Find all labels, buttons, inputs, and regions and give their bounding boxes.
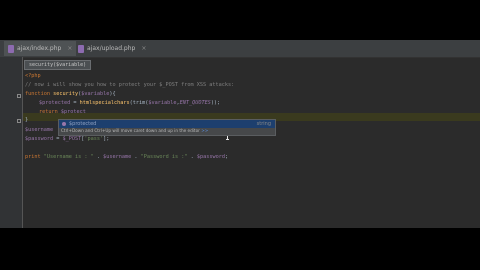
- hint-link[interactable]: >>: [201, 128, 208, 133]
- code-line: $protected = htmlspecialchars(trim($vari…: [39, 100, 221, 106]
- code-line: function security($variable){: [25, 91, 116, 97]
- code-line: $username: [25, 127, 54, 133]
- ide-window: ajax/index.php × ajax/upload.php × secur…: [0, 40, 480, 228]
- tab-label: ajax/index.php: [17, 45, 62, 52]
- fold-marker-icon[interactable]: [17, 119, 21, 123]
- close-icon[interactable]: ×: [141, 45, 146, 52]
- autocomplete-popup[interactable]: $protected string Ctrl+Down and Ctrl+Up …: [58, 119, 276, 136]
- editor-tab-bar: ajax/index.php × ajax/upload.php ×: [0, 40, 480, 58]
- close-icon[interactable]: ×: [67, 45, 72, 52]
- code-line: // now i will show you how to protect yo…: [25, 82, 235, 88]
- code-line: print "Username is : " . $username . "Pa…: [25, 154, 229, 160]
- tab-label: ajax/upload.php: [87, 45, 136, 52]
- breadcrumb[interactable]: security($variable): [24, 60, 92, 70]
- code-line: <?php: [25, 73, 41, 79]
- variable-icon: [62, 122, 66, 126]
- tab-index-php[interactable]: ajax/index.php ×: [4, 41, 77, 56]
- tab-upload-php[interactable]: ajax/upload.php ×: [74, 41, 150, 56]
- php-file-icon: [8, 44, 14, 53]
- autocomplete-item-name: $protected: [69, 121, 97, 127]
- code-line: return $protect: [39, 109, 86, 115]
- php-file-icon: [78, 44, 84, 53]
- autocomplete-hint: Ctrl+Down and Ctrl+Up will move caret do…: [61, 128, 209, 133]
- fold-marker-icon[interactable]: [17, 94, 21, 98]
- code-line: }: [25, 117, 29, 123]
- autocomplete-item-type: string: [256, 121, 271, 127]
- line-gutter: [0, 57, 23, 228]
- code-line: $password = $_POST['pass'];: [25, 136, 110, 142]
- autocomplete-item[interactable]: $protected string: [59, 120, 275, 128]
